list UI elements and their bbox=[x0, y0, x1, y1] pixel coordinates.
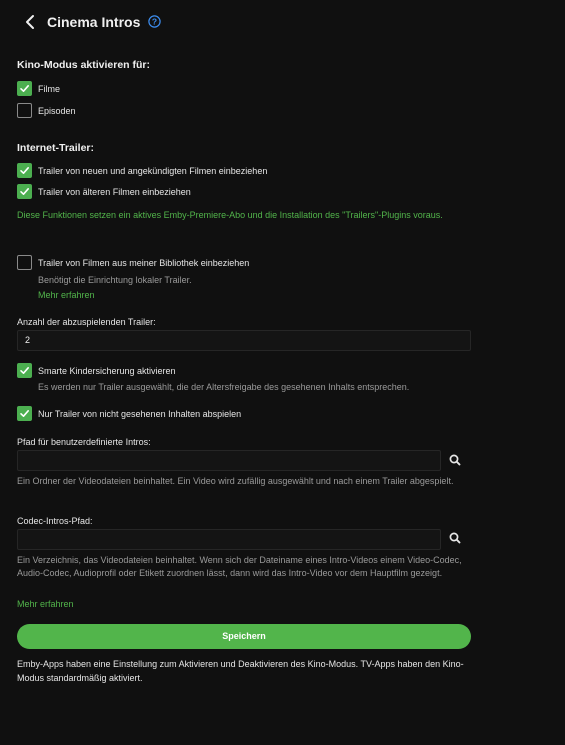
help-icon[interactable]: ? bbox=[148, 15, 161, 28]
library-trailers-checkbox[interactable] bbox=[17, 255, 32, 270]
old-trailers-checkbox[interactable] bbox=[17, 184, 32, 199]
custom-intros-browse-button[interactable] bbox=[445, 450, 465, 470]
back-button[interactable] bbox=[22, 13, 40, 31]
premiere-requirement-note: Diese Funktionen setzen ein aktives Emby… bbox=[17, 210, 443, 220]
codec-intros-input[interactable] bbox=[17, 529, 441, 550]
codec-intros-learn-more-link[interactable]: Mehr erfahren bbox=[17, 599, 74, 609]
check-icon bbox=[20, 367, 29, 374]
cinema-mode-apps-note: Emby-Apps haben eine Einstellung zum Akt… bbox=[17, 659, 464, 683]
svg-text:?: ? bbox=[152, 17, 157, 27]
codec-intros-browse-button[interactable] bbox=[445, 528, 465, 548]
new-trailers-label: Trailer von neuen und angekündigten Film… bbox=[38, 166, 268, 176]
check-icon bbox=[20, 188, 29, 195]
back-arrow-icon bbox=[26, 15, 34, 29]
trailer-count-label: Anzahl der abzuspielenden Trailer: bbox=[17, 317, 156, 327]
episodes-checkbox-label: Episoden bbox=[38, 106, 76, 116]
unwatched-only-checkbox[interactable] bbox=[17, 406, 32, 421]
parental-control-checkbox[interactable] bbox=[17, 363, 32, 378]
check-icon bbox=[20, 167, 29, 174]
new-trailers-checkbox[interactable] bbox=[17, 163, 32, 178]
old-trailers-label: Trailer von älteren Filmen einbeziehen bbox=[38, 187, 191, 197]
movies-checkbox[interactable] bbox=[17, 81, 32, 96]
unwatched-only-label: Nur Trailer von nicht gesehenen Inhalten… bbox=[38, 409, 242, 419]
movies-checkbox-label: Filme bbox=[38, 84, 60, 94]
search-icon bbox=[449, 454, 461, 466]
codec-intros-label: Codec-Intros-Pfad: bbox=[17, 516, 93, 526]
custom-intros-input[interactable] bbox=[17, 450, 441, 471]
episodes-checkbox[interactable] bbox=[17, 103, 32, 118]
custom-intros-label: Pfad für benutzerdefinierte Intros: bbox=[17, 437, 151, 447]
trailer-count-input[interactable]: 2 bbox=[17, 330, 471, 351]
search-icon bbox=[449, 532, 461, 544]
check-icon bbox=[20, 410, 29, 417]
library-trailers-label: Trailer von Filmen aus meiner Bibliothek… bbox=[38, 258, 250, 268]
internet-trailers-section-title: Internet-Trailer: bbox=[17, 142, 95, 154]
parental-control-label: Smarte Kindersicherung aktivieren bbox=[38, 366, 176, 376]
parental-control-sub: Es werden nur Trailer ausgewählt, die de… bbox=[38, 382, 410, 392]
check-icon bbox=[20, 85, 29, 92]
cinema-mode-section-title: Kino-Modus aktivieren für: bbox=[17, 59, 151, 71]
library-trailers-sub: Benötigt die Einrichtung lokaler Trailer… bbox=[38, 275, 192, 285]
custom-intros-description: Ein Ordner der Videodateien beinhaltet. … bbox=[17, 476, 454, 486]
codec-intros-description: Ein Verzeichnis, das Videodateien beinha… bbox=[17, 555, 462, 578]
page-title: Cinema Intros bbox=[47, 14, 141, 30]
save-button[interactable]: Speichern bbox=[17, 624, 471, 649]
library-trailers-learn-more-link[interactable]: Mehr erfahren bbox=[38, 290, 95, 300]
